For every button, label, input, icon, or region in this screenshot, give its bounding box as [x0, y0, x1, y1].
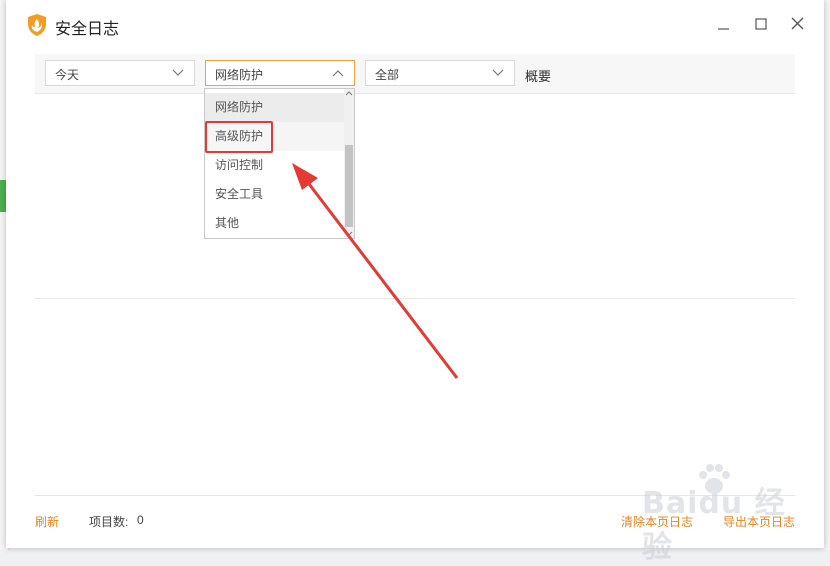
type-filter-select[interactable]: 全部 — [365, 60, 515, 86]
refresh-link[interactable]: 刷新 — [35, 513, 59, 530]
chevron-down-icon — [492, 69, 504, 76]
scroll-down-icon[interactable] — [344, 228, 354, 238]
filter-toolbar: 今天 网络防护 全部 概要 — [35, 54, 795, 94]
dropdown-scrollbar[interactable] — [344, 89, 354, 238]
titlebar: 安全日志 — [6, 0, 824, 48]
time-filter-select[interactable]: 今天 — [45, 60, 195, 86]
dropdown-item-network-protection[interactable]: 网络防护 — [205, 93, 345, 122]
background-app-edge-right — [824, 0, 830, 550]
summary-link[interactable]: 概要 — [525, 66, 551, 85]
log-list-area — [35, 94, 795, 494]
scroll-up-icon[interactable] — [344, 89, 354, 99]
item-count-label: 项目数: — [89, 515, 129, 529]
minimize-icon[interactable] — [714, 14, 734, 34]
category-filter-value: 网络防护 — [215, 68, 264, 82]
category-dropdown-list: 网络防护 高级防护 访问控制 安全工具 其他 — [204, 88, 355, 239]
chevron-up-icon — [332, 70, 344, 77]
dropdown-item-access-control[interactable]: 访问控制 — [205, 151, 345, 180]
time-filter-value: 今天 — [55, 68, 80, 82]
maximize-icon[interactable] — [751, 14, 771, 34]
watermark-text: Baidu 经验 — [642, 486, 786, 565]
type-filter-value: 全部 — [375, 68, 400, 82]
window-title: 安全日志 — [55, 21, 120, 38]
annotation-highlight-box — [205, 121, 273, 153]
baidu-watermark: Baidu 经验 — [636, 460, 796, 565]
dropdown-item-security-tools[interactable]: 安全工具 — [205, 180, 345, 209]
close-icon[interactable] — [788, 14, 808, 34]
divider — [35, 298, 795, 299]
shield-logo-icon — [28, 14, 46, 36]
item-count-value: 0 — [137, 513, 144, 527]
scrollbar-thumb[interactable] — [345, 145, 353, 227]
category-filter-select[interactable]: 网络防护 — [205, 60, 355, 86]
dropdown-item-other[interactable]: 其他 — [205, 209, 345, 238]
chevron-down-icon — [172, 69, 184, 76]
